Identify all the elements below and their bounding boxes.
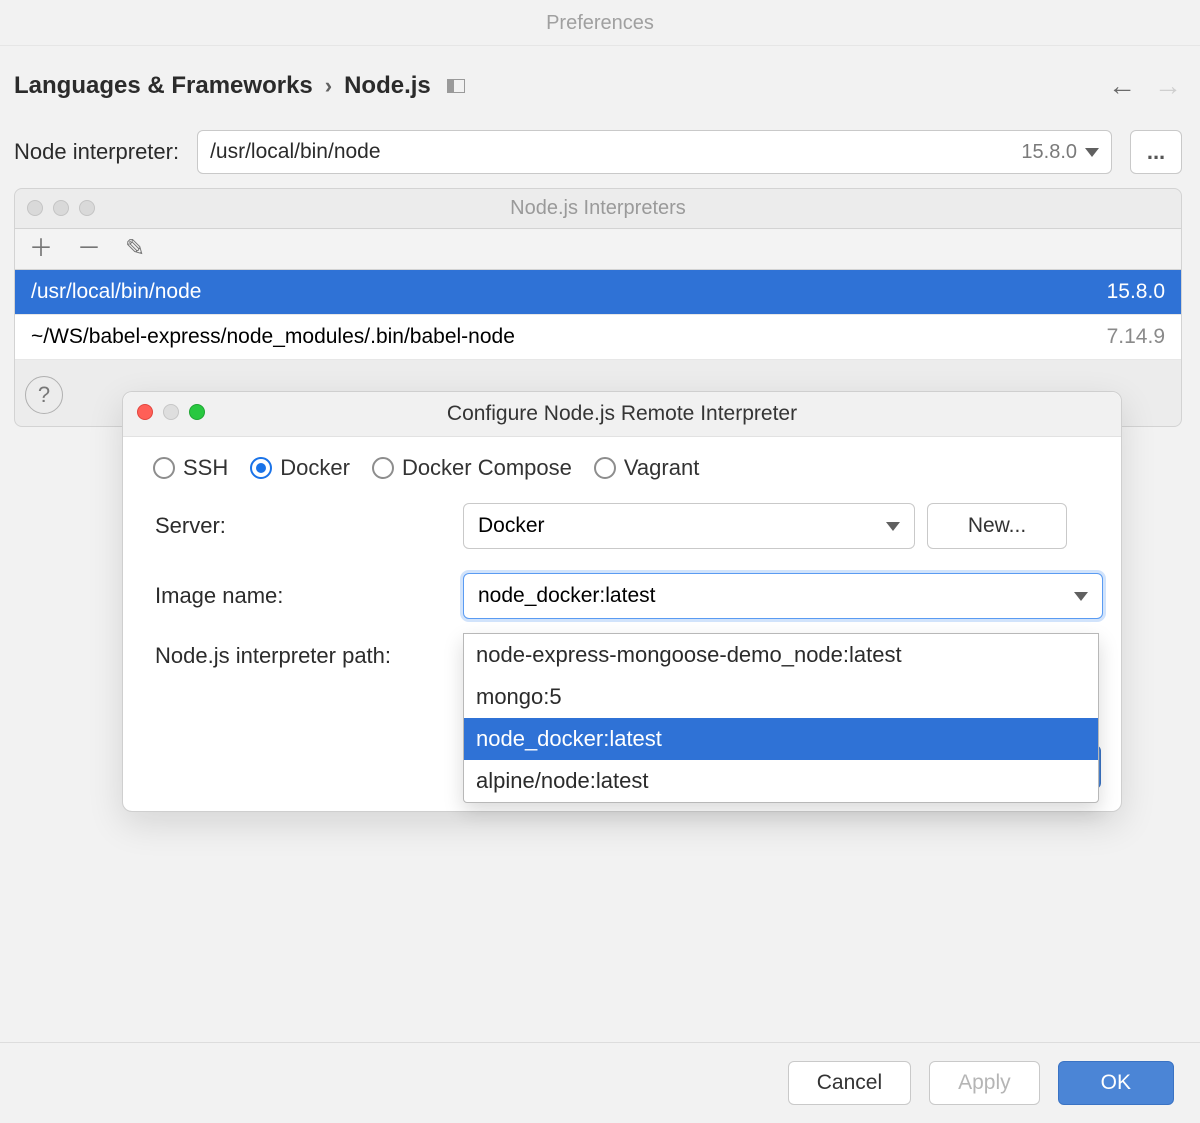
window-minimize-button[interactable] [53, 200, 69, 216]
image-name-label: Image name: [141, 583, 451, 609]
interpreters-window-title: Node.js Interpreters [510, 197, 686, 220]
interpreters-list: /usr/local/bin/node 15.8.0 ~/WS/babel-ex… [15, 270, 1181, 360]
interpreter-value: /usr/local/bin/node [210, 140, 380, 164]
radio-vagrant[interactable]: Vagrant [594, 455, 699, 481]
edit-icon[interactable]: ✎ [125, 237, 145, 261]
image-name-value: node_docker:latest [478, 584, 655, 608]
interpreter-select[interactable]: /usr/local/bin/node 15.8.0 [197, 130, 1112, 174]
window-zoom-button[interactable] [79, 200, 95, 216]
nav-back-button[interactable]: ← [1108, 70, 1136, 102]
dropdown-option[interactable]: mongo:5 [464, 676, 1098, 718]
dropdown-option[interactable]: node-express-mongoose-demo_node:latest [464, 634, 1098, 676]
interpreter-row-version: 7.14.9 [1107, 325, 1165, 349]
radio-label: Docker [280, 455, 350, 481]
breadcrumb-separator: › [325, 73, 332, 99]
ok-button[interactable]: OK [1058, 1061, 1174, 1105]
dialog-zoom-button[interactable] [189, 404, 205, 420]
server-value: Docker [478, 514, 545, 538]
radio-docker[interactable]: Docker [250, 455, 350, 481]
browse-button[interactable]: ... [1130, 130, 1182, 174]
breadcrumb-section[interactable]: Languages & Frameworks [14, 72, 313, 100]
dialog-minimize-button [163, 404, 179, 420]
chevron-down-icon [1085, 148, 1099, 157]
image-options-dropdown: node-express-mongoose-demo_node:latest m… [463, 633, 1099, 803]
interpreter-row-version: 15.8.0 [1107, 280, 1165, 304]
image-name-select[interactable]: node_docker:latest [463, 573, 1103, 619]
nav-forward-button: → [1154, 70, 1182, 102]
remote-dialog-title: Configure Node.js Remote Interpreter [447, 402, 797, 426]
server-label: Server: [141, 513, 451, 539]
connection-type-radios: SSH Docker Docker Compose Vagrant [123, 437, 1121, 491]
interpreter-version: 15.8.0 [1021, 141, 1077, 164]
dropdown-option[interactable]: node_docker:latest [464, 718, 1098, 760]
radio-docker-compose[interactable]: Docker Compose [372, 455, 572, 481]
server-select[interactable]: Docker [463, 503, 915, 549]
radio-label: Vagrant [624, 455, 699, 481]
chevron-down-icon [886, 522, 900, 531]
help-button[interactable]: ? [25, 376, 63, 414]
interpreter-label: Node interpreter: [14, 139, 179, 165]
window-title: Preferences [0, 0, 1200, 46]
new-server-button[interactable]: New... [927, 503, 1067, 549]
cancel-button[interactable]: Cancel [788, 1061, 911, 1105]
dialog-close-button[interactable] [137, 404, 153, 420]
window-close-button[interactable] [27, 200, 43, 216]
remove-icon[interactable]: － [77, 237, 101, 261]
breadcrumb-page: Node.js [344, 72, 431, 100]
interpreter-path: /usr/local/bin/node [31, 280, 201, 304]
radio-label: SSH [183, 455, 228, 481]
module-icon [447, 79, 465, 93]
interpreter-path-label: Node.js interpreter path: [141, 643, 451, 669]
apply-button: Apply [929, 1061, 1040, 1105]
radio-label: Docker Compose [402, 455, 572, 481]
chevron-down-icon [1074, 592, 1088, 601]
breadcrumb-bar: Languages & Frameworks › Node.js ← → [0, 46, 1200, 126]
dropdown-option[interactable]: alpine/node:latest [464, 760, 1098, 802]
interpreter-path: ~/WS/babel-express/node_modules/.bin/bab… [31, 325, 515, 349]
add-icon[interactable]: ＋ [29, 237, 53, 261]
interpreter-row[interactable]: ~/WS/babel-express/node_modules/.bin/bab… [15, 315, 1181, 360]
preferences-footer: Cancel Apply OK [0, 1042, 1200, 1123]
radio-ssh[interactable]: SSH [153, 455, 228, 481]
interpreter-row[interactable]: /usr/local/bin/node 15.8.0 [15, 270, 1181, 315]
remote-interpreter-dialog: Configure Node.js Remote Interpreter SSH… [122, 391, 1122, 812]
